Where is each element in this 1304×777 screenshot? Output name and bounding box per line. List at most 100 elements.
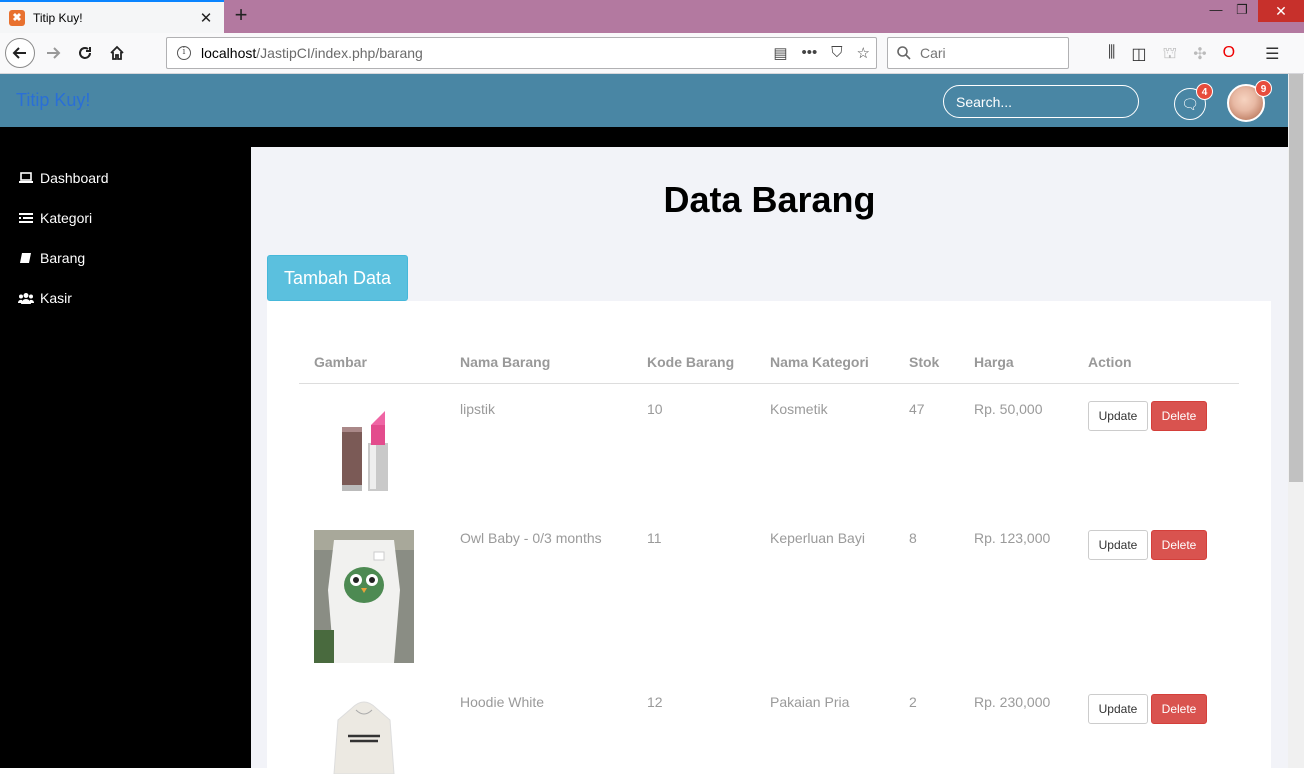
sidebar-item-label: Kategori bbox=[40, 210, 93, 226]
brand-logo[interactable]: Titip Kuy! bbox=[16, 90, 90, 111]
reader-view-icon[interactable]: ▤ bbox=[773, 44, 787, 62]
cell-stok: 47 bbox=[909, 400, 925, 417]
app-header: Titip Kuy! 🗨 4 9 bbox=[0, 74, 1288, 127]
window-close-icon[interactable]: ✕ bbox=[1258, 0, 1304, 22]
add-data-button[interactable]: Tambah Data bbox=[267, 255, 408, 301]
cell-nama-barang: lipstik bbox=[460, 400, 496, 417]
page-title: Data Barang bbox=[663, 179, 876, 220]
reload-button[interactable] bbox=[70, 38, 100, 68]
table-header-row: Gambar Nama Barang Kode Barang Nama Kate… bbox=[299, 341, 1239, 384]
restore-icon[interactable]: ❐ bbox=[1228, 0, 1256, 22]
chat-badge: 4 bbox=[1196, 83, 1213, 100]
delete-button[interactable]: Delete bbox=[1151, 400, 1207, 431]
cell-action: Update Delete bbox=[1073, 383, 1239, 513]
minimize-icon[interactable]: — bbox=[1202, 0, 1230, 22]
main-content: Data Barang Tambah Data Gambar Nama Bara… bbox=[251, 147, 1288, 775]
delete-button[interactable]: Delete bbox=[1151, 694, 1207, 724]
library-icon[interactable]: ⫼ bbox=[1108, 44, 1115, 64]
new-tab-button[interactable]: + bbox=[230, 4, 252, 28]
cell-nama-barang: Owl Baby - 0/3 months bbox=[460, 530, 602, 546]
cell-action: Update Delete bbox=[1073, 677, 1239, 777]
forward-arrow-icon bbox=[47, 47, 61, 59]
browser-search-input[interactable] bbox=[920, 45, 1050, 61]
cell-nama-kategori: Kosmetik bbox=[770, 400, 828, 417]
hoodie-image bbox=[314, 694, 414, 775]
xampp-favicon-icon: ✖ bbox=[9, 9, 25, 26]
cell-gambar bbox=[299, 383, 445, 513]
cell-harga: Rp. 230,000 bbox=[974, 694, 1051, 710]
col-nama-barang: Nama Barang bbox=[445, 341, 632, 384]
cell-nama-kategori: Pakaian Pria bbox=[770, 694, 850, 710]
table-row: lipstik 10 Kosmetik 47 Rp. 50,000 Update… bbox=[299, 383, 1239, 513]
sidebar-item-label: Barang bbox=[40, 250, 86, 266]
search-icon bbox=[897, 46, 911, 60]
sidebar: Dashboard Kategori Barang Kasir bbox=[0, 127, 251, 768]
app-search-input[interactable] bbox=[943, 85, 1139, 118]
url-bar[interactable]: i localhost/JastipCI/index.php/barang ▤ … bbox=[166, 37, 877, 69]
opera-icon[interactable]: O bbox=[1223, 44, 1235, 64]
delete-button[interactable]: Delete bbox=[1151, 530, 1207, 560]
users-icon bbox=[18, 293, 34, 304]
sidebar-item-dashboard[interactable]: Dashboard bbox=[18, 168, 109, 188]
forward-button[interactable] bbox=[38, 38, 68, 68]
home-button[interactable] bbox=[102, 38, 132, 68]
owl-baby-image bbox=[314, 530, 414, 663]
home-icon bbox=[110, 45, 124, 60]
chat-button[interactable]: 🗨 4 bbox=[1174, 83, 1213, 120]
table-row: Owl Baby - 0/3 months 11 Keperluan Bayi … bbox=[299, 513, 1239, 677]
product-table: Gambar Nama Barang Kode Barang Nama Kate… bbox=[299, 341, 1239, 777]
col-gambar: Gambar bbox=[299, 341, 445, 384]
cell-gambar bbox=[299, 677, 445, 777]
cell-harga: Rp. 50,000 bbox=[974, 400, 1043, 417]
browser-search-bar[interactable] bbox=[887, 37, 1069, 69]
cell-kode-barang: 11 bbox=[647, 530, 662, 546]
extension-icon[interactable]: ⛫ bbox=[1163, 44, 1178, 64]
avatar-badge: 9 bbox=[1255, 80, 1272, 97]
title-bar: ✖ Titip Kuy! ✕ + — ❐ ✕ bbox=[0, 0, 1304, 33]
cell-nama-barang: Hoodie White bbox=[460, 694, 545, 710]
update-button[interactable]: Update bbox=[1088, 530, 1148, 560]
col-stok: Stok bbox=[894, 341, 959, 384]
avatar[interactable]: 9 bbox=[1227, 80, 1272, 122]
tab-title: Titip Kuy! bbox=[33, 10, 83, 25]
update-button[interactable]: Update bbox=[1088, 400, 1148, 431]
sidebar-toggle-icon[interactable]: ◫ bbox=[1131, 44, 1146, 64]
bookmark-star-icon[interactable]: ☆ bbox=[857, 44, 870, 62]
cell-action: Update Delete bbox=[1073, 513, 1239, 677]
scrollbar-thumb[interactable] bbox=[1289, 74, 1303, 482]
col-kode-barang: Kode Barang bbox=[632, 341, 755, 384]
pocket-icon[interactable]: ⛉ bbox=[831, 44, 842, 62]
chat-icon: 🗨 bbox=[1181, 96, 1199, 112]
sidebar-item-barang[interactable]: Barang bbox=[18, 248, 85, 268]
puzzle-icon[interactable]: ✣ bbox=[1193, 44, 1206, 64]
col-action: Action bbox=[1073, 341, 1239, 384]
sidebar-item-label: Dashboard bbox=[40, 170, 109, 186]
back-arrow-icon bbox=[12, 47, 26, 59]
sidebar-item-kategori[interactable]: Kategori bbox=[18, 208, 92, 228]
data-card: Gambar Nama Barang Kode Barang Nama Kate… bbox=[267, 301, 1271, 775]
back-button[interactable] bbox=[5, 38, 35, 68]
reload-icon bbox=[79, 47, 91, 59]
cell-harga: Rp. 123,000 bbox=[974, 530, 1051, 546]
col-nama-kategori: Nama Kategori bbox=[755, 341, 894, 384]
page-actions-icon[interactable]: ••• bbox=[802, 44, 818, 62]
browser-tab[interactable]: ✖ Titip Kuy! ✕ bbox=[0, 0, 224, 33]
book-icon bbox=[20, 253, 31, 263]
menu-icon[interactable]: ☰ bbox=[1265, 44, 1279, 64]
sidebar-item-kasir[interactable]: Kasir bbox=[18, 288, 72, 308]
table-row: Hoodie White 12 Pakaian Pria 2 Rp. 230,0… bbox=[299, 677, 1239, 777]
tab-close-icon[interactable]: ✕ bbox=[194, 9, 218, 27]
page-scrollbar[interactable] bbox=[1288, 74, 1304, 768]
cell-stok: 2 bbox=[909, 694, 917, 710]
sidebar-item-label: Kasir bbox=[40, 290, 72, 306]
cell-stok: 8 bbox=[909, 530, 917, 546]
cell-kode-barang: 12 bbox=[647, 694, 663, 710]
laptop-icon bbox=[19, 172, 33, 183]
lipstick-image bbox=[314, 400, 414, 497]
site-info-icon[interactable]: i bbox=[177, 46, 191, 60]
col-harga: Harga bbox=[959, 341, 1073, 384]
list-icon bbox=[19, 213, 33, 223]
cell-kode-barang: 10 bbox=[647, 400, 663, 417]
update-button[interactable]: Update bbox=[1088, 694, 1148, 724]
url-host: localhost bbox=[201, 45, 257, 61]
